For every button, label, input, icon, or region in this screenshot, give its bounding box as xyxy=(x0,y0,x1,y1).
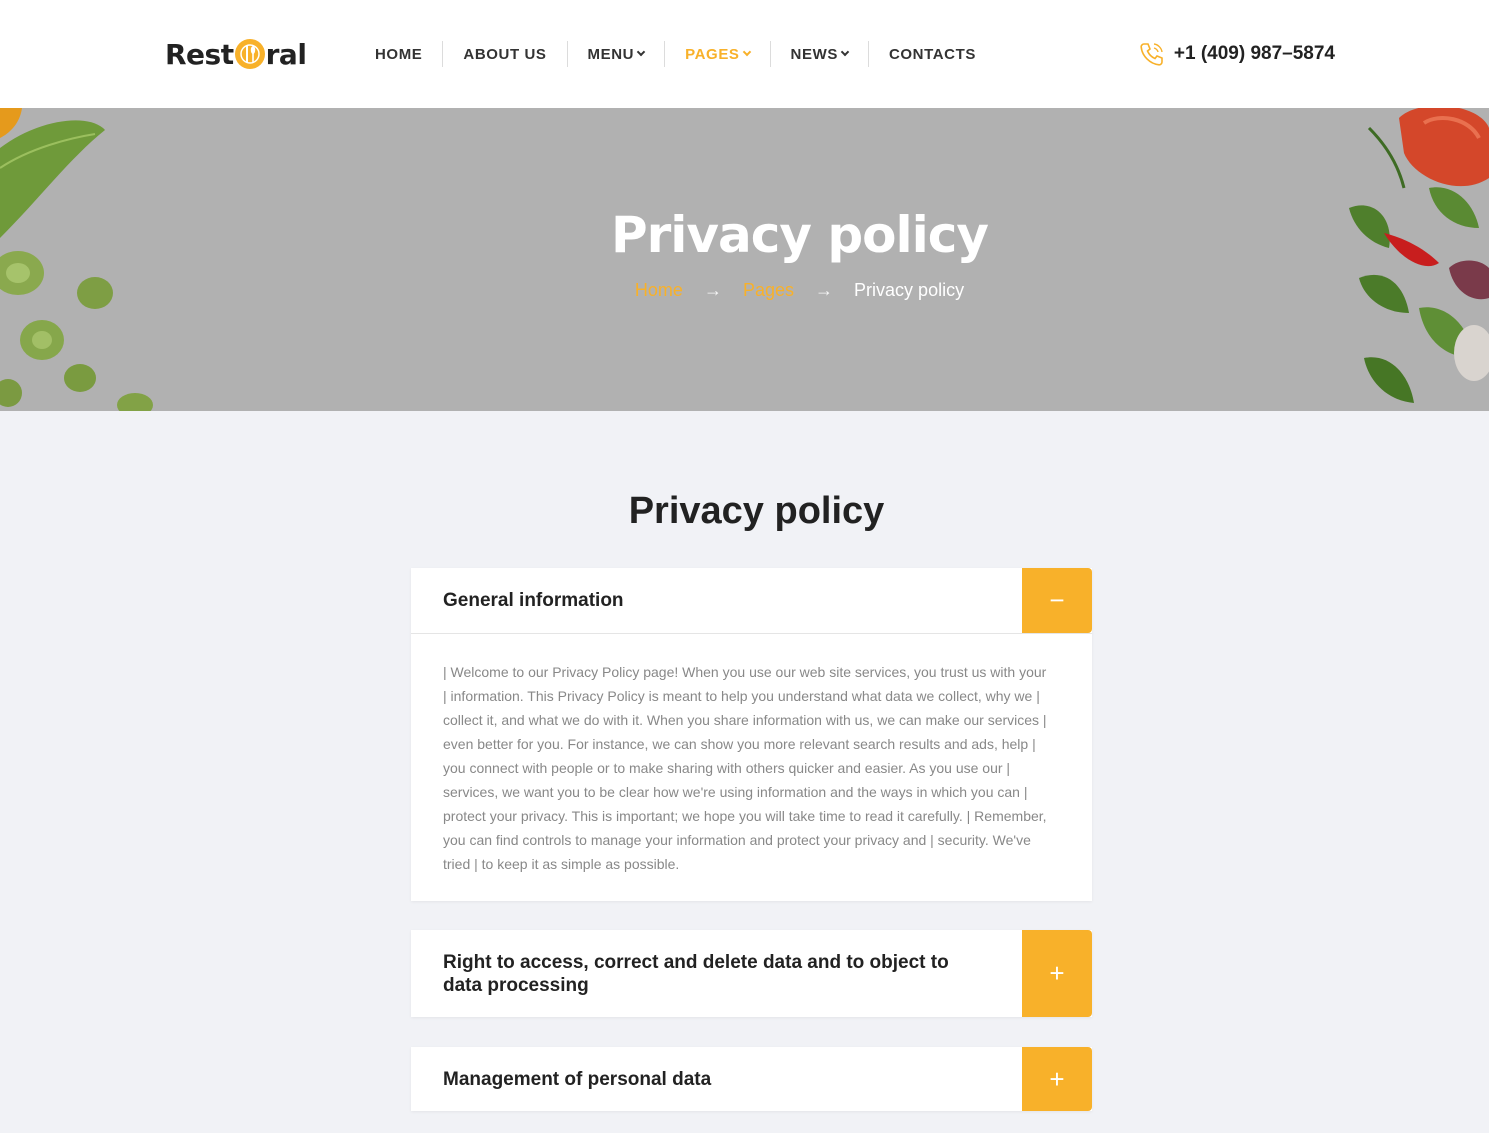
chevron-down-icon xyxy=(840,47,850,57)
chevron-down-icon xyxy=(636,47,646,57)
page-hero: Privacy policy Home → Pages → Privacy po… xyxy=(0,108,1489,411)
nav-label: MENU xyxy=(587,45,635,63)
chevron-down-icon xyxy=(742,47,751,57)
accordion-title: Right to access, correct and delete data… xyxy=(443,951,949,996)
logo-fork-spoon-icon xyxy=(234,39,265,69)
nav-item-contacts[interactable]: CONTACTS xyxy=(867,41,996,67)
breadcrumb: Home → Pages → Privacy policy xyxy=(110,280,1489,301)
accordion-item: Right to access, correct and delete data… xyxy=(411,930,1092,1017)
breadcrumb-arrow-icon: → xyxy=(703,280,722,300)
nav-label: CONTACTS xyxy=(888,45,976,63)
logo-text-right: ral xyxy=(265,37,307,71)
hero-title: Privacy policy xyxy=(610,206,989,264)
nav-label: NEWS xyxy=(790,45,838,63)
header-phone[interactable]: +1 (409) 987–5874 xyxy=(1138,40,1335,68)
page-title: Privacy policy xyxy=(628,490,885,532)
breadcrumb-arrow-icon: → xyxy=(815,280,834,300)
site-header: Rest ral HOME ABOUT US MENU PAGES NEWS C… xyxy=(0,0,1489,108)
accordion-header-right-to-access[interactable]: Right to access, correct and delete data… xyxy=(411,930,1092,1017)
expand-plus-icon[interactable]: + xyxy=(1022,930,1092,1017)
nav-label: ABOUT US xyxy=(463,45,547,63)
accordion-header-management-of-personal-data[interactable]: Management of personal data + xyxy=(411,1047,1092,1111)
phone-number: +1 (409) 987–5874 xyxy=(1173,43,1335,64)
logo-text-left: Rest xyxy=(165,37,234,71)
breadcrumb-home-link[interactable]: Home xyxy=(635,280,683,300)
nav-label: HOME xyxy=(375,45,423,63)
accordion-title: General information xyxy=(443,590,624,611)
phone-icon xyxy=(1140,43,1163,66)
nav-label: PAGES xyxy=(685,45,740,63)
nav-item-news[interactable]: NEWS xyxy=(769,41,868,67)
main-nav: HOME ABOUT US MENU PAGES NEWS CONTACTS xyxy=(355,40,996,68)
accordion-item: General information − | Welcome to our P… xyxy=(411,568,1092,901)
accordion-item: Management of personal data + xyxy=(411,1047,1092,1111)
expand-plus-icon[interactable]: + xyxy=(1022,1047,1092,1111)
accordion-title: Management of personal data xyxy=(443,1068,712,1090)
accordion-header-general-information[interactable]: General information − xyxy=(411,568,1092,633)
accordion-body-text: | Welcome to our Privacy Policy page! Wh… xyxy=(411,633,1092,901)
nav-item-pages[interactable]: PAGES xyxy=(664,41,769,67)
nav-item-about-us[interactable]: ABOUT US xyxy=(442,41,566,67)
collapse-minus-icon[interactable]: − xyxy=(1022,568,1092,633)
breadcrumb-current: Privacy policy xyxy=(854,280,965,300)
logo[interactable]: Rest ral xyxy=(165,37,307,71)
nav-item-menu[interactable]: MENU xyxy=(566,41,665,67)
nav-item-home[interactable]: HOME xyxy=(355,41,442,67)
breadcrumb-pages-link[interactable]: Pages xyxy=(743,280,794,300)
